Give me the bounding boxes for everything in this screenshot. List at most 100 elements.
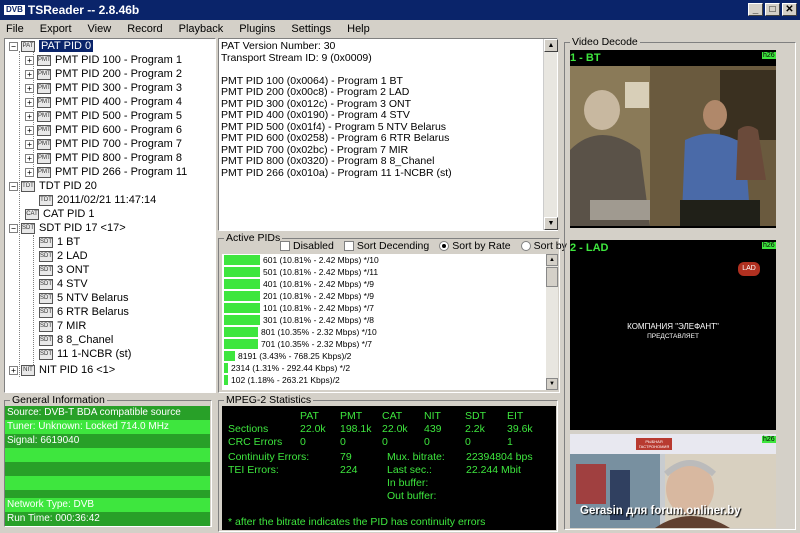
pmt-table-icon: PMT	[37, 152, 51, 164]
minimize-button[interactable]: _	[748, 3, 763, 16]
collapse-icon[interactable]: −	[9, 181, 18, 191]
menu-export[interactable]: Export	[40, 23, 72, 35]
expand-icon[interactable]: +	[25, 125, 34, 135]
menu-file[interactable]: File	[6, 23, 24, 35]
menu-settings[interactable]: Settings	[291, 23, 331, 35]
scroll-up-icon[interactable]: ▲	[546, 254, 558, 266]
tree-item-cat[interactable]: CAT CAT PID 1	[25, 207, 95, 221]
sdt-table-icon: SDT	[39, 250, 53, 262]
pid-row[interactable]: 101 (10.81% - 2.42 Mbps) */7	[222, 302, 552, 314]
tree-item-pmt[interactable]: + PMT PMT PID 200 - Program 2	[25, 67, 182, 81]
tree-line	[19, 51, 20, 377]
info-scrollbar[interactable]: ▲ ▼	[543, 39, 558, 230]
scroll-thumb[interactable]	[546, 267, 558, 287]
tree-item-nit[interactable]: + NIT NIT PID 16 <1>	[9, 363, 115, 377]
tree-item-tdt-time[interactable]: TDT 2011/02/21 11:47:14	[39, 193, 156, 207]
tree-label: PMT PID 600 - Program 6	[55, 124, 182, 136]
tree-item-service[interactable]: SDT 1 BT	[39, 235, 80, 249]
tree-label: 4 STV	[57, 278, 88, 290]
continuity-note: * after the bitrate indicates the PID ha…	[228, 516, 486, 528]
continuity-label: Continuity Errors:	[228, 451, 310, 463]
menu-plugins[interactable]: Plugins	[239, 23, 275, 35]
stat-value: 1	[507, 436, 513, 448]
menu-help[interactable]: Help	[347, 23, 370, 35]
pid-tree[interactable]: − PAT PAT PID 0 + PMT PMT PID 100 - Progra…	[4, 38, 216, 393]
tree-label: PMT PID 300 - Program 3	[55, 82, 182, 94]
scroll-up-icon[interactable]: ▲	[544, 39, 558, 52]
video-panel-lad[interactable]: LAD КОМПАНИЯ "ЭЛЕФАНТ" ПРЕДСТАВЛЯЕТ	[570, 240, 776, 430]
pid-row[interactable]: 801 (10.35% - 2.32 Mbps) */10	[222, 326, 552, 338]
tree-item-sdt[interactable]: − SDT SDT PID 17 <17>	[9, 221, 126, 235]
lad-caption: КОМПАНИЯ "ЭЛЕФАНТ" ПРЕДСТАВЛЯЕТ	[570, 322, 776, 342]
tree-item-service[interactable]: SDT 2 LAD	[39, 249, 88, 263]
pid-rate-bar	[224, 291, 260, 301]
tree-item-service[interactable]: SDT 7 MIR	[39, 319, 86, 333]
pid-scrollbar[interactable]: ▲ ▼	[546, 254, 558, 390]
tree-item-pmt[interactable]: + PMT PMT PID 400 - Program 4	[25, 95, 182, 109]
tree-label: 11 1-NCBR (st)	[57, 348, 132, 360]
pid-rate-bar	[224, 375, 228, 385]
pid-row[interactable]: 601 (10.81% - 2.42 Mbps) */10	[222, 254, 552, 266]
tree-item-tdt[interactable]: − TDT TDT PID 20	[9, 179, 97, 193]
expand-icon[interactable]: +	[25, 83, 34, 93]
tree-item-service[interactable]: SDT 3 ONT	[39, 263, 89, 277]
pid-list[interactable]: 601 (10.81% - 2.42 Mbps) */10 501 (10.81%…	[222, 254, 546, 390]
tree-item-pmt[interactable]: + PMT PMT PID 600 - Program 6	[25, 123, 182, 137]
tree-item-service[interactable]: SDT 11 1-NCBR (st)	[39, 347, 131, 361]
expand-icon[interactable]: +	[25, 153, 34, 163]
video-panel-bt[interactable]	[570, 50, 776, 228]
tei-value: 224	[340, 464, 358, 476]
expand-icon[interactable]: +	[25, 139, 34, 149]
scroll-down-icon[interactable]: ▼	[546, 378, 558, 390]
pid-row[interactable]: 8191 (3.43% - 768.25 Kbps)/2	[222, 350, 552, 362]
pid-row[interactable]: 701 (10.35% - 2.32 Mbps) */7	[222, 338, 552, 350]
pid-row[interactable]: 102 (1.18% - 263.21 Kbps)/2	[222, 374, 552, 386]
video-label-bt: 1 - BT	[570, 52, 601, 64]
tree-item-pmt[interactable]: + PMT PMT PID 700 - Program 7	[25, 137, 182, 151]
sdt-table-icon: SDT	[39, 278, 53, 290]
tree-label: PMT PID 400 - Program 4	[55, 96, 182, 108]
tree-item-pmt[interactable]: + PMT PMT PID 300 - Program 3	[25, 81, 182, 95]
menu-view[interactable]: View	[88, 23, 112, 35]
pid-row[interactable]: 501 (10.81% - 2.42 Mbps) */11	[222, 266, 552, 278]
tree-item-pmt[interactable]: + PMT PMT PID 800 - Program 8	[25, 151, 182, 165]
general-info-label: General Information	[10, 394, 107, 406]
pat-info-pane[interactable]: PAT Version Number: 30 Transport Stream …	[218, 38, 558, 231]
tree-label: PMT PID 700 - Program 7	[55, 138, 182, 150]
menu-record[interactable]: Record	[127, 23, 162, 35]
collapse-icon[interactable]: −	[9, 41, 18, 51]
expand-icon[interactable]: +	[9, 365, 18, 375]
collapse-icon[interactable]: −	[9, 223, 18, 233]
sort-desc-checkbox[interactable]: Sort Decending	[343, 240, 429, 252]
tree-item-pmt[interactable]: + PMT PMT PID 100 - Program 1	[25, 53, 182, 67]
tree-item-service[interactable]: SDT 6 RTR Belarus	[39, 305, 129, 319]
title-bar: DVB TSReader -- 2.8.46b _ □ ✕	[0, 0, 800, 20]
tree-item-service[interactable]: SDT 5 NTV Belarus	[39, 291, 129, 305]
store-sign: РЫБНАЯ ГАСТРОНОМИЯ	[636, 438, 672, 450]
maximize-button[interactable]: □	[765, 3, 780, 16]
stat-value: 39.6k	[507, 423, 533, 435]
pid-row[interactable]: 201 (10.81% - 2.42 Mbps) */9	[222, 290, 552, 302]
expand-icon[interactable]: +	[25, 55, 34, 65]
disabled-checkbox[interactable]: Disabled	[280, 240, 334, 252]
pid-row[interactable]: 401 (10.81% - 2.42 Mbps) */9	[222, 278, 552, 290]
nit-table-icon: NIT	[21, 364, 35, 376]
pid-row[interactable]: 301 (10.81% - 2.42 Mbps) */8	[222, 314, 552, 326]
pid-row[interactable]: 2314 (1.31% - 292.44 Kbps) */2	[222, 362, 552, 374]
expand-icon[interactable]: +	[25, 111, 34, 121]
expand-icon[interactable]: +	[25, 167, 34, 177]
scroll-down-icon[interactable]: ▼	[544, 217, 558, 230]
pid-rate-bar	[224, 315, 260, 325]
tree-item-service[interactable]: SDT 4 STV	[39, 277, 88, 291]
pmt-table-icon: PMT	[37, 138, 51, 150]
pid-rate-label: 401 (10.81% - 2.42 Mbps) */9	[263, 279, 375, 289]
tree-item-service[interactable]: SDT 8 8_Chanel	[39, 333, 113, 347]
tree-item-pmt[interactable]: + PMT PMT PID 500 - Program 5	[25, 109, 182, 123]
tree-item-pmt[interactable]: + PMT PMT PID 266 - Program 11	[25, 165, 187, 179]
close-button[interactable]: ✕	[782, 3, 797, 16]
menu-playback[interactable]: Playback	[179, 23, 224, 35]
tree-item-pat[interactable]: − PAT PAT PID 0	[9, 39, 94, 53]
sort-rate-radio[interactable]: Sort by Rate	[439, 240, 511, 252]
expand-icon[interactable]: +	[25, 69, 34, 79]
expand-icon[interactable]: +	[25, 97, 34, 107]
